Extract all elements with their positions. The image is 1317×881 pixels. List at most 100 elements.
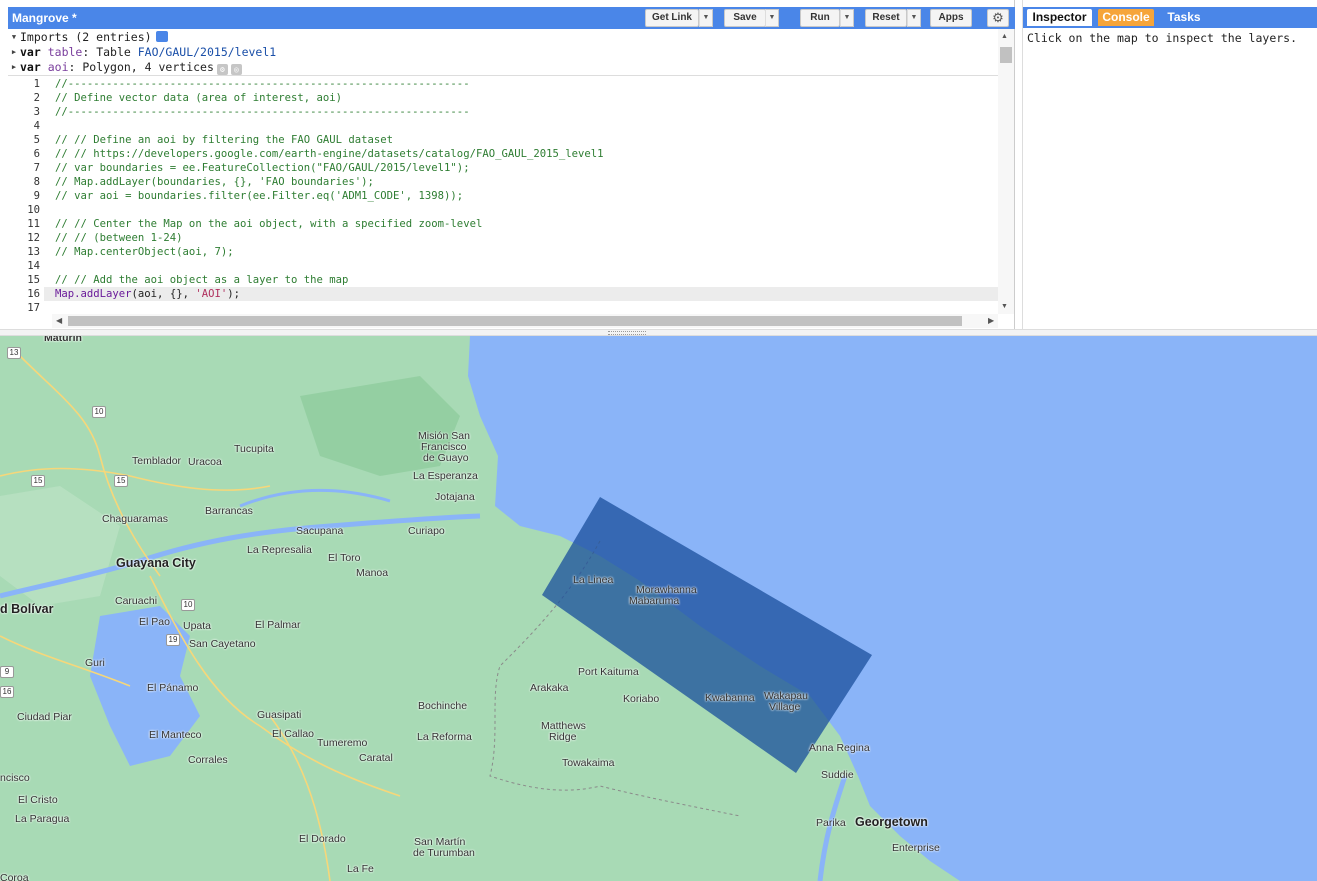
splitter-grip[interactable] bbox=[608, 331, 646, 335]
line-number: 6 bbox=[33, 148, 40, 160]
code-line[interactable]: // Map.centerObject(aoi, 7); bbox=[55, 245, 234, 259]
script-title: Mangrove * bbox=[12, 11, 77, 25]
apps-button[interactable]: Apps bbox=[930, 9, 972, 27]
tab-tasks[interactable]: Tasks bbox=[1160, 9, 1208, 26]
scroll-left-icon[interactable]: ◀ bbox=[56, 316, 62, 325]
map-place-label: Koriabo bbox=[623, 693, 660, 705]
map-place-label: Enterprise bbox=[892, 842, 940, 854]
map-place-label: El Palmar bbox=[255, 619, 301, 631]
line-number: 11 bbox=[27, 218, 40, 230]
map-place-label: Caruachi bbox=[115, 595, 158, 607]
map-canvas[interactable]: Maturín Misión San Francisco de Guayo La Esp… bbox=[0, 336, 1317, 881]
code-line[interactable]: // // Add the aoi object as a layer to t… bbox=[55, 273, 348, 287]
output-panel: Inspector Console Tasks Click on the map… bbox=[1022, 0, 1317, 330]
expand-icon[interactable]: ▶ bbox=[8, 63, 20, 71]
imports-header[interactable]: ▼ Imports (2 entries) bbox=[8, 30, 168, 45]
save-button[interactable]: Save bbox=[724, 9, 766, 27]
map-place-label: Corrales bbox=[188, 754, 228, 766]
map-place-label: d Bolívar bbox=[0, 602, 54, 616]
edit-geometry-icon[interactable]: ⚙ bbox=[216, 64, 228, 75]
code-line[interactable]: // Define vector data (area of interest,… bbox=[55, 91, 342, 105]
code-line[interactable]: // Map.addLayer(boundaries, {}, 'FAO bou… bbox=[55, 175, 374, 189]
run-button[interactable]: Run bbox=[800, 9, 840, 27]
gear-icon[interactable]: ⚙ bbox=[987, 9, 1009, 27]
map-place-label: Arakaka bbox=[530, 682, 569, 694]
map-place-label: Coroa bbox=[0, 872, 29, 881]
reset-dropdown-icon[interactable]: ▼ bbox=[907, 9, 921, 27]
expand-icon[interactable]: ▶ bbox=[8, 48, 20, 56]
road-shield-icon: 16 bbox=[0, 686, 14, 698]
line-number: 1 bbox=[33, 78, 40, 90]
import-item-aoi[interactable]: ▶ var aoi: Polygon, 4 vertices ⚙ ◎ bbox=[8, 60, 242, 75]
map-place-label: Towakaima bbox=[562, 757, 615, 769]
road-shield-icon: 9 bbox=[0, 666, 14, 678]
scroll-thumb[interactable] bbox=[68, 316, 962, 326]
code-line[interactable]: Map.addLayer(aoi, {}, 'AOI'); bbox=[55, 287, 240, 301]
map-place-label: Manoa bbox=[356, 567, 389, 579]
line-number: 12 bbox=[27, 232, 40, 244]
run-dropdown-icon[interactable]: ▼ bbox=[840, 9, 854, 27]
code-line[interactable]: //--------------------------------------… bbox=[55, 105, 470, 119]
map-place-label: La Linea bbox=[573, 574, 614, 586]
line-number: 17 bbox=[27, 302, 40, 313]
line-number: 9 bbox=[33, 190, 40, 202]
map-place-label: Village bbox=[769, 701, 801, 713]
map-place-label: Tucupita bbox=[234, 443, 274, 455]
line-number: 15 bbox=[27, 274, 40, 286]
code-line[interactable]: //--------------------------------------… bbox=[55, 77, 470, 91]
tab-console[interactable]: Console bbox=[1098, 9, 1154, 26]
code-token: Map.addLayer bbox=[55, 288, 132, 300]
map-place-label: La Reforma bbox=[417, 731, 472, 743]
vertical-scrollbar[interactable]: ▲ ▼ bbox=[998, 29, 1014, 314]
map-place-label: San Cayetano bbox=[189, 638, 256, 650]
map-place-label: Anna Regina bbox=[809, 742, 870, 754]
map-place-label: El Toro bbox=[328, 552, 361, 564]
code-token: ); bbox=[227, 288, 240, 300]
code-line[interactable]: // var aoi = boundaries.filter(ee.Filter… bbox=[55, 189, 463, 203]
map-place-label: Mabaruma bbox=[629, 595, 680, 607]
map-place-label: Curiapo bbox=[408, 525, 445, 537]
editor-toolbar: Mangrove * Get Link ▼ Save ▼ Run ▼ Reset… bbox=[8, 7, 1015, 29]
scroll-right-icon[interactable]: ▶ bbox=[988, 316, 994, 325]
scroll-thumb[interactable] bbox=[1000, 47, 1012, 63]
code-token: 'AOI' bbox=[195, 288, 228, 300]
scroll-up-icon[interactable]: ▲ bbox=[1001, 33, 1008, 40]
code-line[interactable]: // // (between 1-24) bbox=[55, 231, 183, 245]
dataset-link[interactable]: FAO/GAUL/2015/level1 bbox=[138, 45, 276, 59]
get-link-dropdown-icon[interactable]: ▼ bbox=[699, 9, 713, 27]
map-place-label: Uracoa bbox=[188, 456, 222, 468]
line-number: 16 bbox=[27, 288, 40, 300]
code-line[interactable]: // // https://developers.google.com/eart… bbox=[55, 147, 604, 161]
reset-button[interactable]: Reset bbox=[865, 9, 907, 27]
code-editor[interactable]: 123456789101112131415161718 //----------… bbox=[8, 77, 998, 313]
map-place-label: Georgetown bbox=[855, 815, 928, 829]
save-dropdown-icon[interactable]: ▼ bbox=[765, 9, 779, 27]
map-place-label: La Esperanza bbox=[413, 470, 478, 482]
horizontal-scrollbar[interactable]: ◀ ▶ bbox=[52, 314, 998, 328]
code-line[interactable]: // var boundaries = ee.FeatureCollection… bbox=[55, 161, 470, 175]
map-place-label: ncisco bbox=[0, 772, 30, 784]
import-item-table[interactable]: ▶ var table: Table FAO/GAUL/2015/level1 bbox=[8, 45, 276, 60]
map-place-label: Upata bbox=[183, 620, 212, 632]
geometry-options-icon[interactable]: ◎ bbox=[230, 64, 242, 75]
map-place-label: Suddie bbox=[821, 769, 854, 781]
land-area bbox=[0, 336, 960, 881]
code-line[interactable]: // // Define an aoi by filtering the FAO… bbox=[55, 133, 393, 147]
output-tab-bar: Inspector Console Tasks bbox=[1023, 7, 1317, 28]
map-place-label: Ciudad Piar bbox=[17, 711, 72, 723]
road-shield-icon: 15 bbox=[114, 475, 128, 487]
collapse-icon[interactable]: ▼ bbox=[8, 33, 20, 41]
line-number: 14 bbox=[27, 260, 40, 272]
road-shield-icon: 15 bbox=[31, 475, 45, 487]
map-place-label: de Guayo bbox=[423, 452, 469, 464]
map-place-label: Temblador bbox=[132, 455, 182, 467]
panel-splitter[interactable] bbox=[0, 329, 1317, 336]
map-place-label: El Cristo bbox=[18, 794, 58, 806]
show-script-list-icon[interactable] bbox=[155, 31, 168, 42]
map-place-label: Caratal bbox=[359, 752, 393, 764]
code-line[interactable]: // // Center the Map on the aoi object, … bbox=[55, 217, 482, 231]
get-link-button[interactable]: Get Link bbox=[645, 9, 699, 27]
map-place-label: El Pánamo bbox=[147, 682, 199, 694]
scroll-down-icon[interactable]: ▼ bbox=[1001, 303, 1008, 310]
tab-inspector[interactable]: Inspector bbox=[1027, 9, 1092, 26]
